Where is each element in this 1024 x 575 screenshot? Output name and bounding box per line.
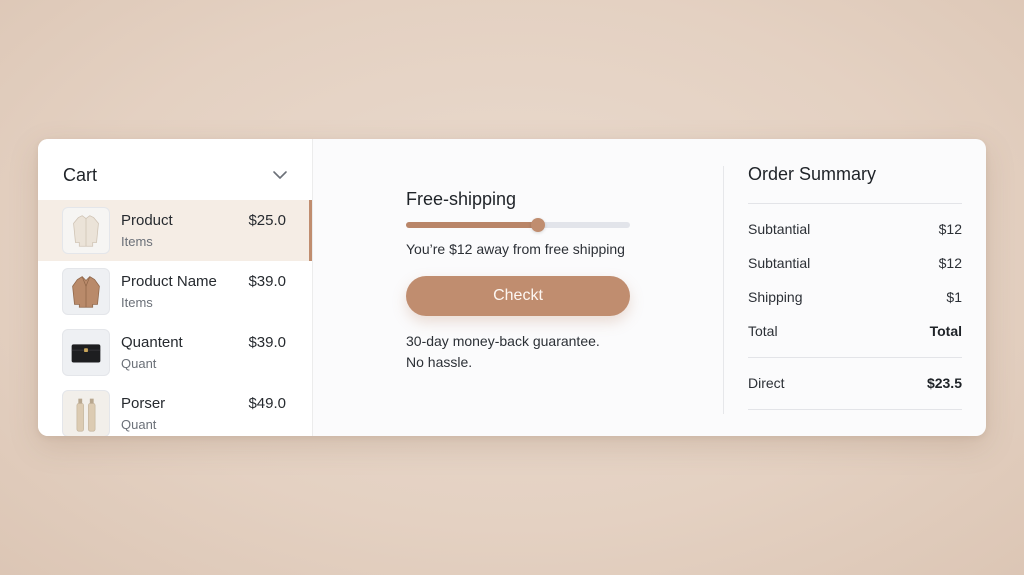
cart-item[interactable]: Product Name Items $39.0 [38, 261, 312, 322]
summary-label: Shipping [748, 289, 803, 305]
cart-item[interactable]: Porser Quant $49.0 [38, 383, 312, 436]
shipping-panel: Free-shipping You’re $12 away from free … [406, 139, 666, 436]
summary-value: $12 [938, 255, 962, 271]
divider [748, 409, 962, 410]
order-summary-title: Order Summary [748, 164, 877, 184]
cart-header: Cart [63, 163, 289, 187]
item-name: Product [121, 212, 173, 229]
guarantee-line: No hassle. [406, 354, 473, 370]
item-name: Porser [121, 395, 166, 412]
column-divider [723, 166, 724, 414]
summary-row: Shipping $1 [748, 289, 962, 309]
summary-label: Total [748, 323, 778, 339]
item-subtitle: Quant [121, 356, 157, 371]
summary-label: Direct [748, 375, 785, 391]
divider [748, 357, 962, 358]
chevron-down-icon[interactable] [271, 166, 289, 184]
item-price: $39.0 [248, 273, 286, 290]
shipping-title: Free-shipping [406, 189, 517, 209]
guarantee-line: 30-day money-back guarantee. [406, 333, 600, 349]
shipping-message: You’re $12 away from free shipping [406, 241, 625, 257]
summary-label: Subtantial [748, 255, 811, 271]
summary-row: Subtantial $12 [748, 255, 962, 275]
guarantee-text: 30-day money-back guarantee. No hassle. [406, 331, 646, 373]
summary-total-row: Total Total [748, 323, 962, 343]
item-subtitle: Items [121, 234, 153, 249]
cart-item[interactable]: Quantent Quant $39.0 [38, 322, 312, 383]
summary-value: $1 [946, 289, 962, 305]
shipping-progress-bar[interactable] [406, 218, 630, 232]
item-name: Product Name [121, 273, 217, 290]
cart-item-list: Product Items $25.0 Product Name Items $… [38, 200, 312, 436]
summary-direct-row: Direct $23.5 [748, 375, 962, 395]
wallet-image [62, 329, 110, 376]
coat-image [62, 268, 110, 315]
summary-value: $12 [938, 221, 962, 237]
item-price: $25.0 [248, 212, 286, 229]
bottles-image [62, 390, 110, 436]
shipping-progress-handle[interactable] [531, 218, 546, 232]
cart-title: Cart [63, 165, 98, 185]
item-subtitle: Items [121, 295, 153, 310]
shipping-progress-fill [406, 222, 539, 228]
order-summary-panel: Order Summary Subtantial $12 Subtantial … [748, 139, 962, 436]
cart-item[interactable]: Product Items $25.0 [38, 200, 312, 261]
item-price: $39.0 [248, 334, 286, 351]
checkout-button[interactable]: Checkt [406, 276, 630, 316]
divider [748, 203, 962, 204]
summary-row: Subtantial $12 [748, 221, 962, 241]
item-price: $49.0 [248, 395, 286, 412]
item-subtitle: Quant [121, 417, 157, 432]
summary-value: Total [929, 323, 962, 339]
item-name: Quantent [121, 334, 183, 351]
summary-value: $23.5 [926, 375, 962, 391]
jacket-image [62, 207, 110, 254]
cart-panel: Cart Product Items $25.0 Product Name It… [38, 139, 313, 436]
summary-label: Subtantial [748, 221, 811, 237]
checkout-panel: Cart Product Items $25.0 Product Name It… [38, 139, 986, 436]
